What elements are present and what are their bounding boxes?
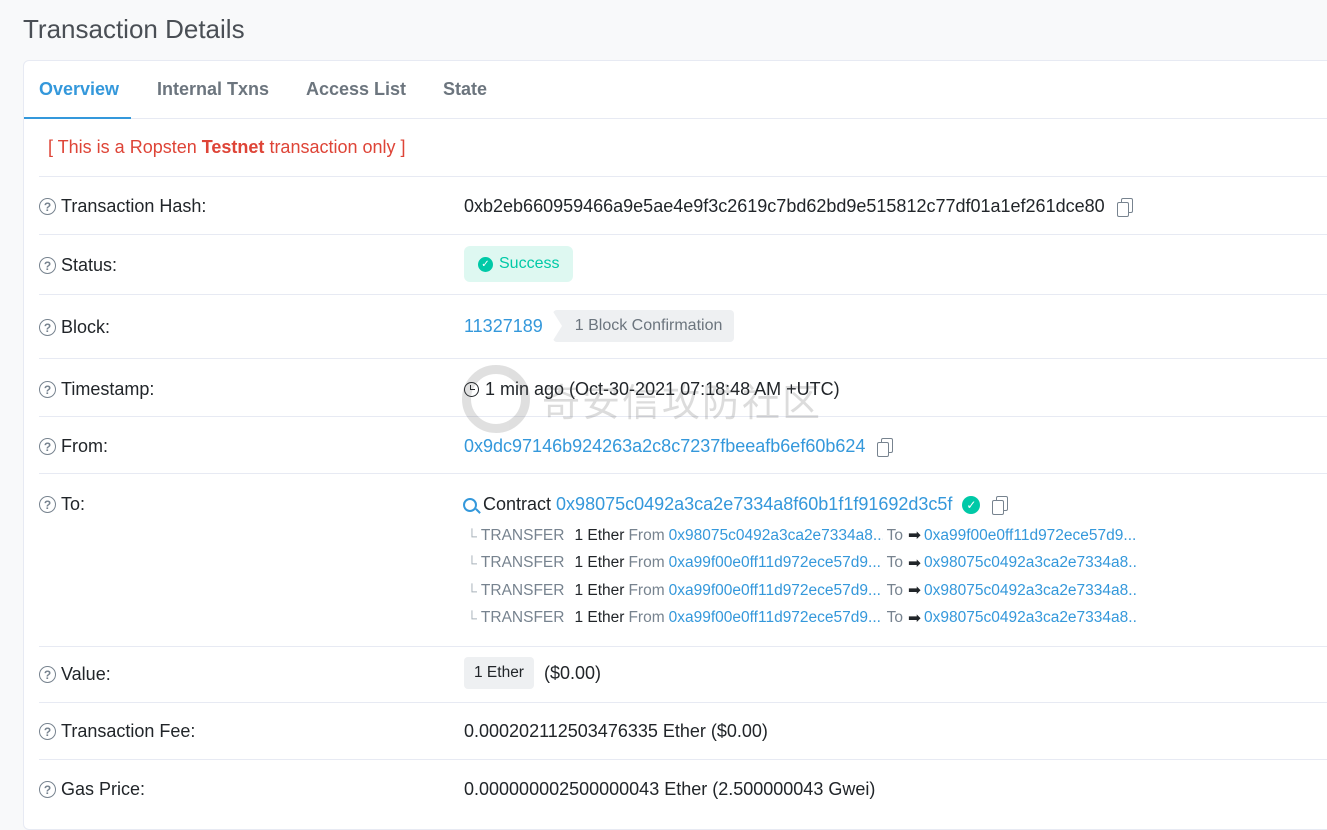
timestamp-value: 1 min ago (Oct-30-2021 07:18:48 AM +UTC): [485, 379, 840, 399]
transfer-to-link[interactable]: 0x98075c0492a3ca2e7334a8...: [924, 609, 1138, 627]
tab-internal-txns[interactable]: Internal Txns: [157, 79, 269, 100]
transfer-row: └ TRANSFER 1 Ether From 0xa99f00e0ff11d97…: [467, 581, 1138, 600]
row-timestamp: ? Timestamp: 1 min ago (Oct-30-2021 07:18…: [39, 358, 1327, 416]
help-icon[interactable]: ?: [39, 723, 56, 740]
row-status: ? Status: ✓ Success: [39, 234, 1327, 294]
transfer-from-link[interactable]: 0x98075c0492a3ca2e7334a8...: [669, 527, 883, 545]
copy-icon[interactable]: [1116, 197, 1133, 217]
clock-icon: [464, 382, 479, 397]
from-address-link[interactable]: 0x9dc97146b924263a2c8c7237fbeeafb6ef60b6…: [464, 436, 865, 457]
transaction-fee-value: 0.000202112503476335 Ether ($0.00): [464, 721, 768, 741]
check-circle-icon: ✓: [478, 256, 493, 272]
value-ether-badge: 1 Ether: [464, 657, 534, 689]
row-gas-price: ? Gas Price: 0.000000002500000043 Ether (…: [39, 759, 1327, 819]
transaction-card: Overview Internal Txns Access List State…: [23, 60, 1327, 830]
contract-address-link[interactable]: 0x98075c0492a3ca2e7334a8f60b1f1f91692d3c…: [556, 494, 952, 515]
block-number-link[interactable]: 11327189: [464, 316, 543, 337]
page-title: Transaction Details: [23, 14, 245, 44]
row-transaction-fee: ? Transaction Fee: 0.000202112503476335 E…: [39, 702, 1327, 759]
arrow-right-icon: ➡: [908, 582, 921, 600]
tab-bar: Overview Internal Txns Access List State: [24, 61, 1327, 119]
tab-state[interactable]: State: [443, 79, 487, 100]
row-block: ? Block: 11327189 1 Block Confirmation: [39, 294, 1327, 358]
row-value: ? Value: 1 Ether ($0.00): [39, 646, 1327, 702]
transfer-row: └ TRANSFER 1 Ether From 0xa99f00e0ff11d97…: [467, 609, 1138, 627]
tab-access-list[interactable]: Access List: [306, 79, 406, 100]
transfer-to-link[interactable]: 0xa99f00e0ff11d972ece57d9...: [924, 527, 1138, 545]
copy-icon[interactable]: [992, 495, 1009, 515]
confirmation-badge: 1 Block Confirmation: [551, 310, 735, 342]
testnet-notice: [ This is a Ropsten Testnet transaction …: [48, 137, 406, 157]
row-to: ? To: Contract 0x98075c0492a3ca2e7334a8f6…: [39, 473, 1327, 646]
transfer-to-link[interactable]: 0x98075c0492a3ca2e7334a8...: [924, 554, 1138, 572]
arrow-right-icon: ➡: [908, 609, 921, 627]
transfer-row: └ TRANSFER 1 Ether From 0x98075c0492a3ca2…: [467, 526, 1138, 545]
help-icon[interactable]: ?: [39, 381, 56, 398]
copy-icon[interactable]: [877, 437, 894, 457]
transfer-from-link[interactable]: 0xa99f00e0ff11d972ece57d9...: [669, 554, 883, 572]
help-icon[interactable]: ?: [39, 438, 56, 455]
active-tab-indicator: [24, 117, 131, 119]
help-icon[interactable]: ?: [39, 496, 56, 513]
transfer-to-link[interactable]: 0x98075c0492a3ca2e7334a8...: [924, 582, 1138, 600]
help-icon[interactable]: ?: [39, 198, 56, 215]
arrow-right-icon: ➡: [908, 554, 921, 572]
status-badge: ✓ Success: [464, 246, 574, 282]
transfer-from-link[interactable]: 0xa99f00e0ff11d972ece57d9...: [669, 582, 883, 600]
transfer-from-link[interactable]: 0xa99f00e0ff11d972ece57d9...: [669, 609, 883, 627]
help-icon[interactable]: ?: [39, 257, 56, 274]
gas-price-value: 0.000000002500000043 Ether (2.500000043 …: [464, 779, 876, 799]
tab-overview[interactable]: Overview: [39, 79, 119, 100]
transfer-row: └ TRANSFER 1 Ether From 0xa99f00e0ff11d97…: [467, 554, 1138, 572]
help-icon[interactable]: ?: [39, 781, 56, 798]
row-from: ? From: 0x9dc97146b924263a2c8c7237fbeeafb…: [39, 416, 1327, 473]
row-transaction-hash: ? Transaction Hash: 0xb2eb660959466a9e5ae…: [39, 176, 1327, 234]
token-transfers-list: └ TRANSFER 1 Ether From 0x98075c0492a3ca2…: [467, 522, 1138, 632]
arrow-right-icon: ➡: [908, 527, 921, 545]
search-icon: [463, 497, 477, 512]
help-icon[interactable]: ?: [39, 666, 56, 683]
value-usd: ($0.00): [543, 662, 602, 683]
verified-check-icon: ✓: [962, 495, 981, 514]
help-icon[interactable]: ?: [39, 319, 56, 336]
transaction-hash-value: 0xb2eb660959466a9e5ae4e9f3c2619c7bd62bd9…: [464, 196, 1105, 216]
